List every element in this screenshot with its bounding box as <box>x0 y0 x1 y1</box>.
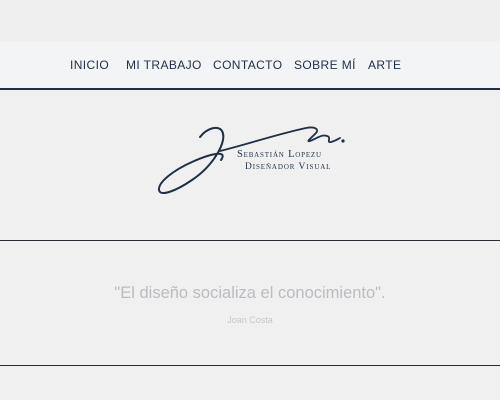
nav-item-arte[interactable]: ARTE <box>368 58 401 72</box>
nav-item-sobre-mi[interactable]: SOBRE MÍ <box>294 58 356 72</box>
page: INICIO MI TRABAJO CONTACTO SOBRE MÍ ARTE… <box>0 0 500 400</box>
signature-logo-icon[interactable] <box>150 120 350 202</box>
nav-item-contacto[interactable]: CONTACTO <box>213 58 282 72</box>
nav-item-mi-trabajo[interactable]: MI TRABAJO <box>126 58 202 72</box>
section-divider-top <box>0 240 500 241</box>
quote-text: "El diseño socializa el conocimiento". <box>114 284 386 302</box>
brand-subtitle: Diseñador Visual <box>245 162 332 172</box>
top-strip <box>0 0 500 42</box>
section-divider-bottom <box>0 365 500 366</box>
quote-author: Joan Costa <box>227 315 273 325</box>
brand-name: Sebastián Lopezu <box>237 149 322 160</box>
nav-item-inicio[interactable]: INICIO <box>70 58 109 72</box>
